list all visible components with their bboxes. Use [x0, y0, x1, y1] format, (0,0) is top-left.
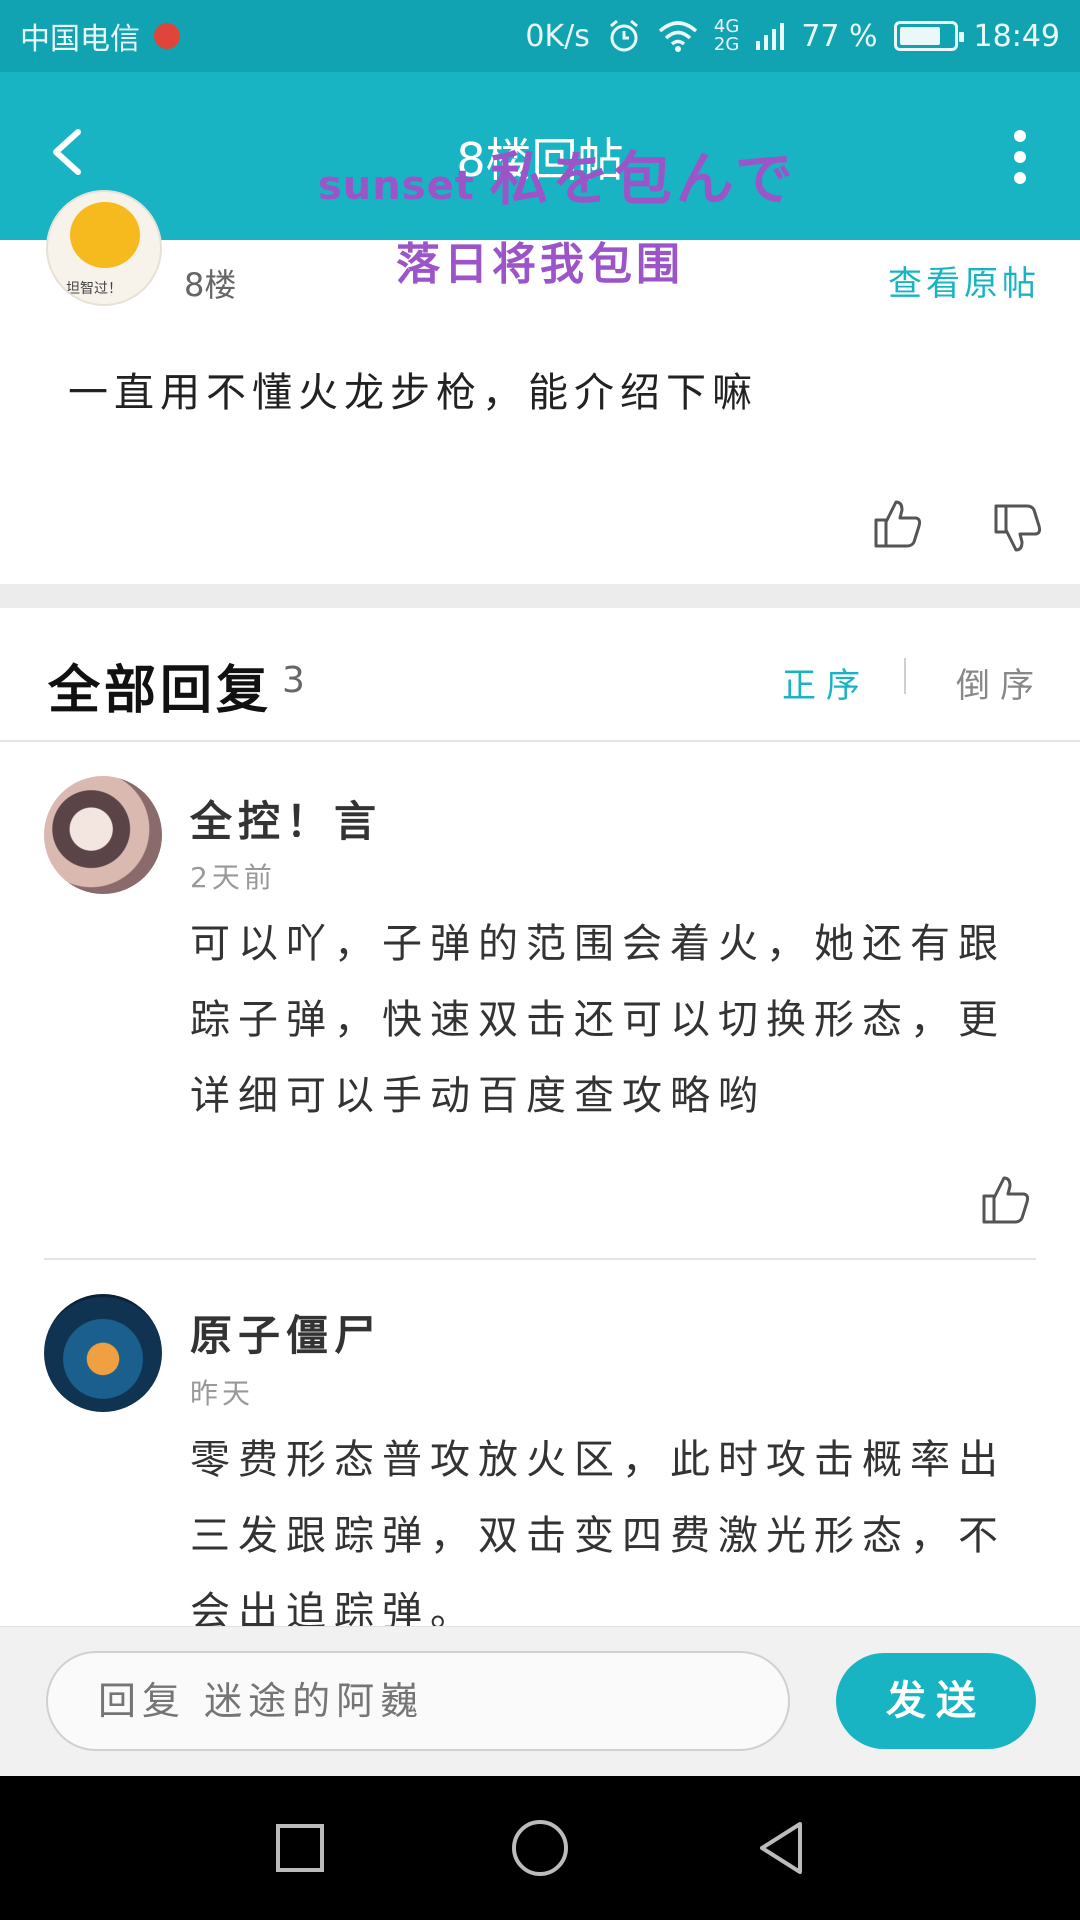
nav-home-icon[interactable]: [510, 1818, 570, 1878]
reply-text: 零费形态普攻放火区，此时攻击概率出三发跟踪弹，双击变四费激光形态，不会出追踪弹。: [190, 1437, 1006, 1626]
thumb-down-icon[interactable]: [992, 502, 1044, 554]
system-nav-bar: [0, 1776, 1080, 1920]
network-type-bottom: 2G: [713, 34, 740, 55]
battery-icon: [893, 21, 964, 51]
reply-time: 昨天: [190, 1377, 255, 1410]
avatar[interactable]: [44, 776, 162, 894]
clock: 18:49: [973, 18, 1060, 54]
reply-item: 全控！言 2天前 可以吖，子弹的范围会着火，她还有跟踪子弹，快速双击还可以切换形…: [0, 742, 1080, 1262]
section-divider: [0, 584, 1080, 608]
battery-percent: 77 %: [801, 18, 878, 54]
reply-item: 原子僵尸 昨天 零费形态普攻放火区，此时攻击概率出三发跟踪弹，双击变四费激光形态…: [0, 1262, 1080, 1626]
sort-separator: [904, 658, 906, 694]
alarm-icon: [609, 19, 638, 52]
thumb-up-icon[interactable]: [980, 1174, 1032, 1226]
carrier-label: 中国电信: [20, 22, 140, 57]
replies-header: 全部回复 3 正序 倒序: [0, 608, 1080, 742]
sort-descending-button[interactable]: 倒序: [956, 658, 1044, 707]
replies-title: 全部回复: [48, 661, 273, 721]
reply-time: 2天前: [190, 861, 276, 894]
more-vertical-icon: [1014, 130, 1026, 142]
thumb-up-icon[interactable]: [872, 498, 924, 550]
reply-divider: [44, 1258, 1036, 1260]
wifi-icon: [658, 21, 698, 52]
reply-username[interactable]: 原子僵尸: [190, 1302, 382, 1363]
watermark-overlay-line2: 落日将我包围: [396, 239, 684, 290]
more-options-button[interactable]: [1000, 130, 1040, 184]
send-button[interactable]: 发送: [836, 1653, 1036, 1749]
status-bar: 中国电信 0K/s 4G 2G 77 % 18:49: [0, 0, 1080, 72]
sort-ascending-button[interactable]: 正序: [782, 658, 870, 707]
signal-icon: [756, 23, 785, 50]
app-bar: 8楼回帖 sunset 私を包んで: [0, 72, 1080, 240]
reply-input[interactable]: [46, 1651, 790, 1751]
watermark-big: 私を包んで: [489, 145, 797, 213]
network-type: 4G 2G: [714, 18, 739, 54]
watermark-overlay-line1: sunset 私を包んで: [318, 132, 797, 216]
avatar[interactable]: [44, 1294, 162, 1412]
nav-recent-icon[interactable]: [270, 1818, 330, 1878]
reply-text: 可以吖，子弹的范围会着火，她还有跟踪子弹，快速双击还可以切换形态，更详细可以手动…: [190, 921, 1006, 1119]
reply-username[interactable]: 全控！言: [190, 788, 382, 849]
post-content: 一直用不懂火龙步枪，能介绍下嘛: [68, 370, 758, 416]
nav-back-icon[interactable]: [750, 1818, 810, 1878]
reply-input-bar: 发送: [0, 1626, 1080, 1776]
network-speed: 0K/s: [525, 18, 590, 54]
watermark-small: sunset: [318, 163, 475, 209]
replies-count: 3: [282, 660, 305, 701]
notification-app-icon: [154, 23, 180, 49]
